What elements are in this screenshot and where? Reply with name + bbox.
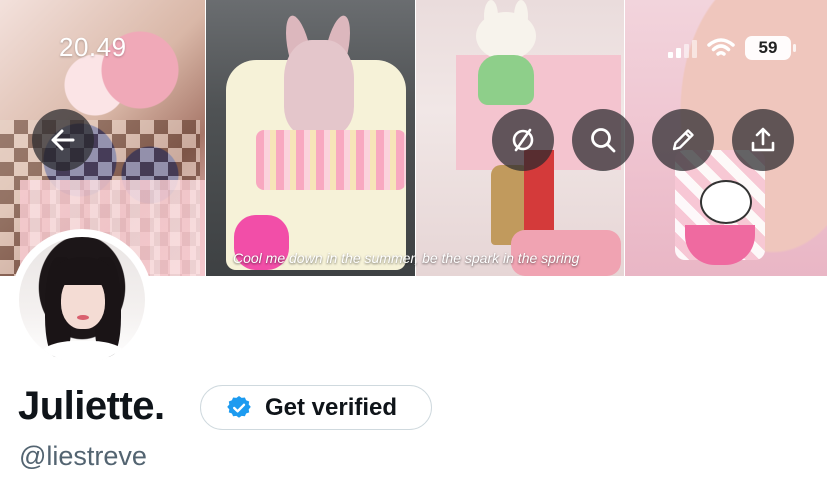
wifi-icon — [707, 38, 735, 56]
search-button[interactable] — [572, 109, 634, 171]
display-name: Juliette. — [18, 384, 165, 428]
avatar[interactable] — [19, 237, 145, 363]
status-indicators: 59 — [668, 36, 796, 60]
sync-icon — [512, 128, 534, 152]
share-button[interactable] — [732, 109, 794, 171]
back-arrow-icon — [51, 129, 75, 151]
back-button[interactable] — [32, 109, 94, 171]
get-verified-label: Get verified — [265, 393, 398, 421]
verified-badge-icon — [227, 395, 251, 418]
battery-indicator: 59 — [745, 36, 796, 60]
edit-button[interactable] — [652, 109, 714, 171]
cellular-signal-icon — [668, 38, 697, 58]
pencil-icon — [672, 129, 694, 151]
get-verified-button[interactable]: Get verified — [200, 385, 432, 430]
banner-photo-2 — [205, 0, 415, 276]
sync-button[interactable] — [492, 109, 554, 171]
search-icon — [591, 128, 616, 153]
user-handle: @liestreve — [19, 441, 147, 471]
banner-caption: Cool me down in the summer, be the spark… — [233, 250, 580, 266]
status-time: 20.49 — [59, 32, 127, 62]
share-icon — [751, 127, 775, 152]
